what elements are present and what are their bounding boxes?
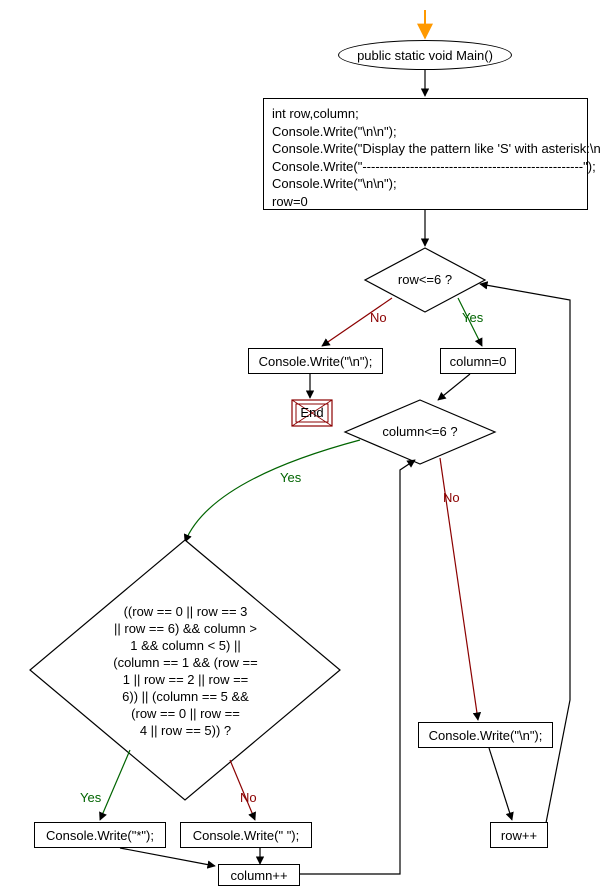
end-text: End <box>300 405 323 420</box>
start-label: public static void Main() <box>357 48 493 63</box>
edge-label-no: No <box>370 310 387 325</box>
write-space: Console.Write(" "); <box>180 822 312 848</box>
write-newline-1: Console.Write("\n"); <box>248 348 383 374</box>
edge-label-no: No <box>240 790 257 805</box>
decision-row: row<=6 ? <box>385 270 465 290</box>
write-star: Console.Write("*"); <box>34 822 166 848</box>
write-newline-2: Console.Write("\n"); <box>418 722 553 748</box>
edge-label-yes: Yes <box>80 790 101 805</box>
column-increment: column++ <box>218 864 300 886</box>
edge-label-yes: Yes <box>462 310 483 325</box>
decision-pattern-text: ((row == 0 || row == 3 || row == 6) && c… <box>113 604 258 739</box>
write-space-text: Console.Write(" "); <box>193 828 300 843</box>
row-increment-text: row++ <box>501 828 537 843</box>
init-text: int row,column; Console.Write("\n\n"); C… <box>272 105 601 210</box>
set-column-text: column=0 <box>450 354 507 369</box>
decision-row-text: row<=6 ? <box>398 272 452 289</box>
decision-pattern: ((row == 0 || row == 3 || row == 6) && c… <box>98 602 273 742</box>
write-star-text: Console.Write("*"); <box>46 828 154 843</box>
edge-label-no: No <box>443 490 460 505</box>
end-node: End <box>298 405 326 420</box>
set-column: column=0 <box>440 348 516 374</box>
edge-label-yes: Yes <box>280 470 301 485</box>
write-newline-2-text: Console.Write("\n"); <box>429 728 543 743</box>
decision-column: column<=6 ? <box>370 422 470 442</box>
decision-column-text: column<=6 ? <box>382 424 457 441</box>
start-node: public static void Main() <box>338 40 512 70</box>
write-newline-1-text: Console.Write("\n"); <box>259 354 373 369</box>
row-increment: row++ <box>490 822 548 848</box>
column-increment-text: column++ <box>230 868 287 883</box>
init-block: int row,column; Console.Write("\n\n"); C… <box>263 98 588 210</box>
